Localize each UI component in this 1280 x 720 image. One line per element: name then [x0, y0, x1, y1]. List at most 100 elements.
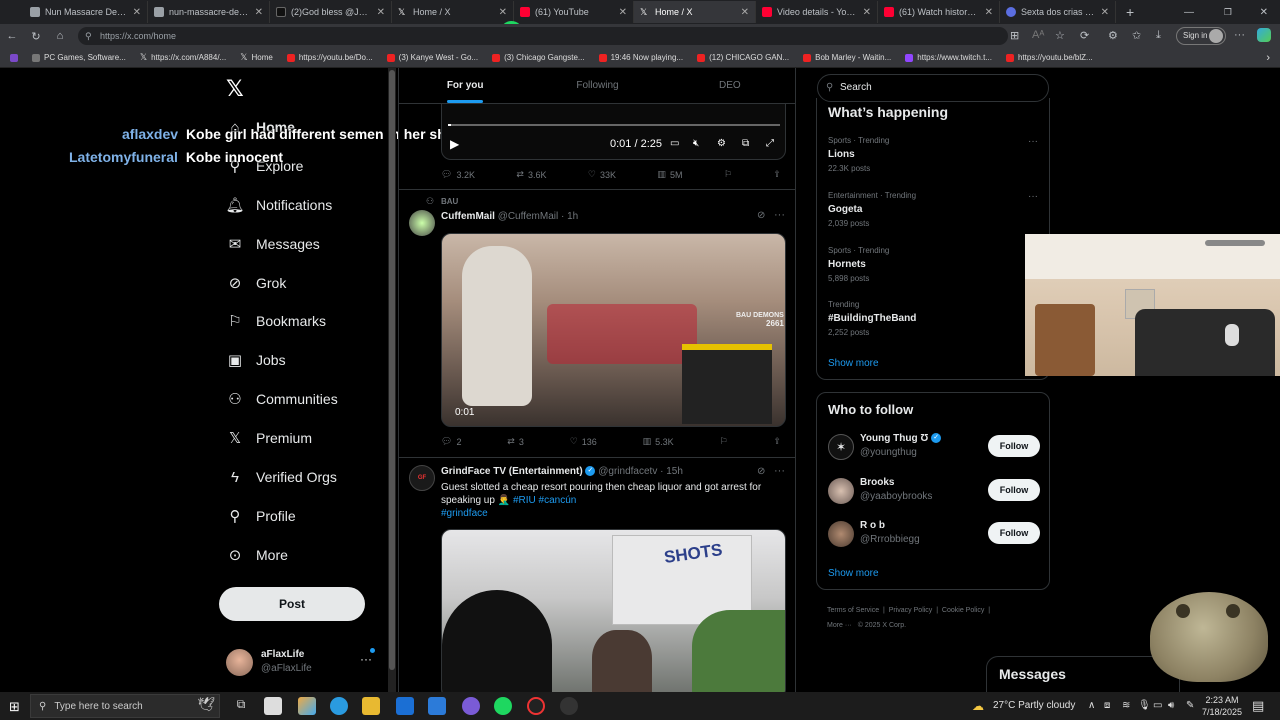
repost-button[interactable]: ⇄ 3.6K: [516, 169, 546, 180]
extensions-icon[interactable]: ⟳: [1080, 29, 1089, 42]
footer-link-cookie[interactable]: Cookie Policy: [942, 607, 984, 614]
more-dots-icon[interactable]: ···: [1028, 136, 1038, 147]
back-icon[interactable]: ←: [0, 30, 24, 42]
bookmark-item[interactable]: 𝕏 Home: [240, 52, 273, 63]
avatar[interactable]: GF: [409, 465, 435, 491]
sidebar-item-jobs[interactable]: ▣ Jobs: [226, 351, 286, 369]
more-dots-icon[interactable]: ···: [1028, 191, 1038, 202]
browser-tab[interactable]: 𝕏 Home / X ✕: [392, 1, 514, 23]
reply-button[interactable]: 💬︎ 2: [441, 436, 461, 447]
post-video[interactable]: BAU DEMONS 2661 0:01: [441, 233, 786, 427]
close-icon[interactable]: ✕: [863, 7, 871, 18]
follow-suggestion[interactable]: ✶ Young Thug Ʊ ✓ @youngthug Follow: [828, 431, 1040, 463]
show-more-link[interactable]: Show more: [828, 568, 879, 579]
close-icon[interactable]: ✕: [377, 7, 385, 18]
post-author[interactable]: GrindFace TV (Entertainment) ✓ @grindfac…: [441, 466, 683, 477]
outlook-icon[interactable]: [396, 697, 414, 715]
views-button[interactable]: ▥ 5M: [657, 169, 682, 180]
browser-tab[interactable]: Video details - YouTub ✕: [756, 1, 878, 23]
browser-tab[interactable]: nun-massacre-definiti ✕: [148, 1, 270, 23]
bookmark-item[interactable]: https://www.twitch.t...: [905, 53, 992, 62]
copilot-icon[interactable]: [1257, 28, 1271, 42]
notifications-icon[interactable]: ▤: [1252, 698, 1264, 714]
browser-tab[interactable]: (61) YouTube ✕: [514, 1, 634, 23]
network-icon[interactable]: ⧈: [1104, 700, 1110, 711]
follow-button[interactable]: Follow: [988, 522, 1040, 544]
trend-item[interactable]: Trending #BuildingTheBand 2,252 posts: [828, 300, 1038, 337]
settings-gear-icon[interactable]: ⚙: [717, 138, 726, 149]
tab-for-you[interactable]: For you: [399, 68, 531, 103]
more-dots-icon[interactable]: ···: [774, 209, 785, 221]
avatar[interactable]: [409, 210, 435, 236]
reply-button[interactable]: 💬︎ 3.2K: [441, 169, 475, 180]
close-icon[interactable]: ✕: [133, 7, 141, 18]
tab-following[interactable]: Following: [531, 68, 663, 103]
post-button[interactable]: Post: [219, 587, 365, 621]
footer-link-more[interactable]: More ···: [827, 622, 852, 629]
follow-button[interactable]: Follow: [988, 479, 1040, 501]
bookmark-item[interactable]: Bob Marley - Waitin...: [803, 53, 891, 62]
weather-text[interactable]: 27°C Partly cloudy: [993, 700, 1075, 711]
footer-link-terms[interactable]: Terms of Service: [827, 607, 879, 614]
post-video[interactable]: ▶ 0:01 / 2:25 ▭ 🔇︎ ⚙ ⧉ ⤢: [441, 104, 786, 160]
like-button[interactable]: ♡ 136: [570, 436, 597, 447]
chevron-right-icon[interactable]: ›: [1266, 52, 1270, 64]
tab-deo[interactable]: DEO: [664, 68, 795, 103]
store-icon[interactable]: [264, 697, 282, 715]
post-image[interactable]: SHOTS: [441, 529, 786, 692]
browser-tab[interactable]: (2)God bless @Joshua ✕: [270, 1, 392, 23]
sidebar-item-communities[interactable]: ⚇ Communities: [226, 390, 337, 408]
copilot-icon[interactable]: [298, 697, 316, 715]
follow-suggestion[interactable]: R o b @Rrrobbiegg Follow: [828, 518, 1040, 550]
spotify-icon[interactable]: [494, 697, 512, 715]
reload-icon[interactable]: ↻: [24, 30, 48, 43]
microphone-icon[interactable]: 🎙︎: [1138, 700, 1151, 711]
bookmark-item[interactable]: [10, 53, 18, 62]
bookmark-item[interactable]: (12) CHICAGO GAN...: [697, 53, 789, 62]
bookmark-item[interactable]: https://youtu.be/blZ...: [1005, 53, 1093, 62]
post-author[interactable]: CuffemMail @CuffemMail · 1h: [441, 211, 578, 222]
sidebar-item-premium[interactable]: 𝕏 Premium: [226, 429, 312, 447]
apps-icon[interactable]: ⊞: [1010, 29, 1019, 42]
windows-start-icon[interactable]: ⊞: [9, 699, 20, 715]
like-button[interactable]: ♡ 33K: [588, 169, 616, 180]
play-icon[interactable]: ▶: [450, 137, 459, 151]
file-explorer-icon[interactable]: [362, 697, 380, 715]
bookmark-item[interactable]: PC Games, Software...: [32, 53, 126, 62]
more-dots-icon[interactable]: ···: [774, 465, 785, 477]
hashtag-link[interactable]: #grindface: [441, 508, 488, 519]
url-field[interactable]: ⚲ https://x.com/home: [78, 27, 1008, 45]
close-icon[interactable]: ✕: [1101, 7, 1109, 18]
close-icon[interactable]: ✕: [619, 7, 627, 18]
feed-scrollbar[interactable]: [388, 68, 396, 692]
window-close-icon[interactable]: ✕: [1260, 7, 1268, 18]
signin-button[interactable]: Sign in: [1176, 27, 1226, 45]
favorites-icon[interactable]: ✩: [1132, 29, 1141, 42]
views-button[interactable]: ▥ 5.3K: [643, 436, 674, 447]
bookmark-item[interactable]: (3) Kanye West - Go...: [386, 53, 478, 62]
grok-icon[interactable]: ⊘: [757, 466, 765, 477]
bookmark-item[interactable]: 𝕏https://x.com/A884/...: [140, 52, 226, 63]
app-icon[interactable]: [560, 697, 578, 715]
sidebar-item-bookmarks[interactable]: ⚐ Bookmarks: [226, 312, 326, 330]
sidebar-item-profile[interactable]: ⚲ Profile: [226, 507, 296, 525]
pen-icon[interactable]: ✎: [1186, 700, 1194, 711]
x-logo-icon[interactable]: 𝕏: [226, 76, 244, 102]
follow-button[interactable]: Follow: [988, 435, 1040, 457]
edge-icon[interactable]: [330, 697, 348, 715]
trend-item[interactable]: Sports · Trending Lions 22.3K posts ···: [828, 136, 1038, 173]
bookmark-button[interactable]: ⚐: [720, 436, 728, 447]
captions-icon[interactable]: ▭: [670, 138, 679, 149]
share-button[interactable]: ⇪: [773, 169, 781, 180]
chevron-up-icon[interactable]: ∧: [1088, 700, 1095, 711]
photos-icon[interactable]: [428, 697, 446, 715]
close-icon[interactable]: ✕: [255, 7, 263, 18]
display-icon[interactable]: ▭: [1153, 700, 1162, 711]
close-icon[interactable]: ✕: [985, 7, 993, 18]
maximize-icon[interactable]: ❐: [1224, 7, 1232, 18]
minimize-icon[interactable]: —: [1184, 7, 1194, 18]
wifi-icon[interactable]: ≋: [1122, 700, 1130, 711]
trend-item[interactable]: Sports · Trending Hornets 5,898 posts: [828, 246, 1038, 283]
bookmark-button[interactable]: ⚐: [724, 169, 732, 180]
sidebar-item-messages[interactable]: ✉ Messages: [226, 235, 320, 253]
